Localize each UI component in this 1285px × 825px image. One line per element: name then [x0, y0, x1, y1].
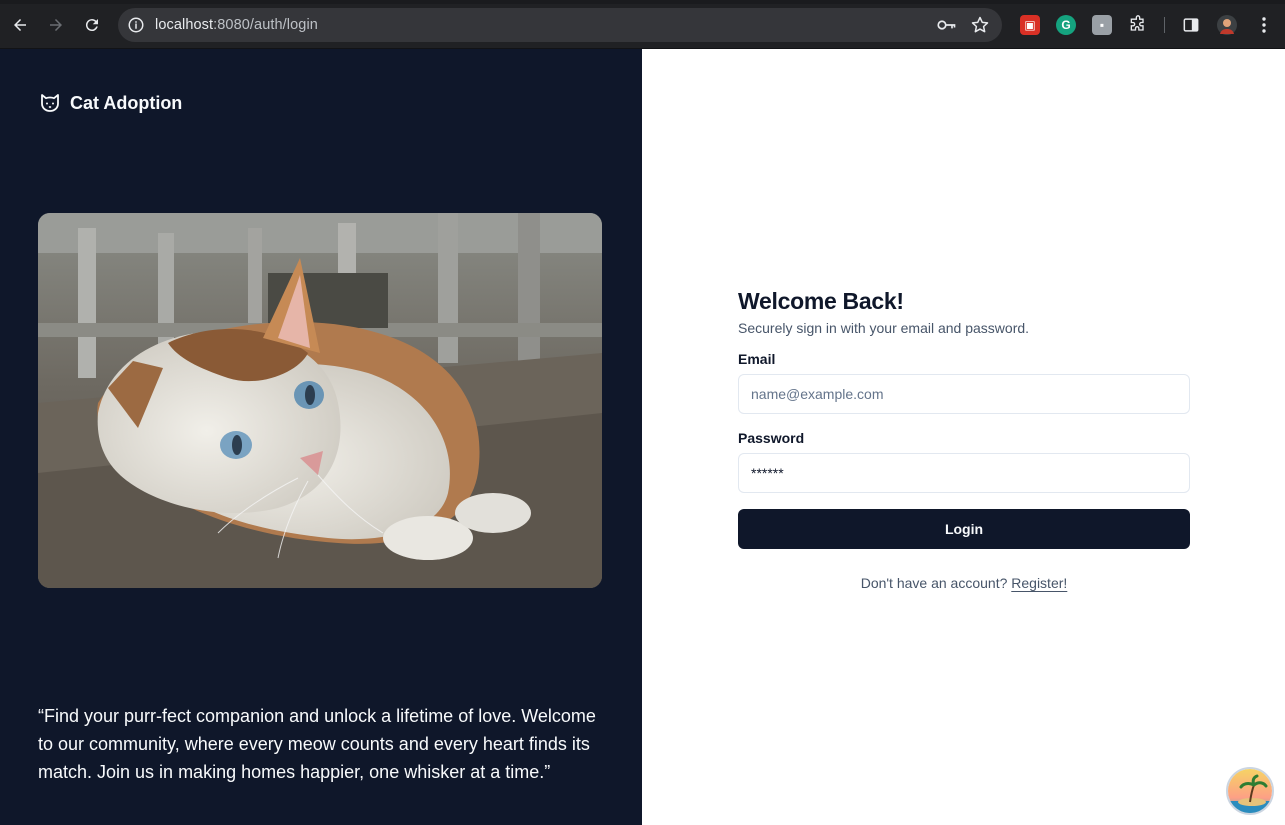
register-link[interactable]: Register! — [1011, 575, 1067, 591]
bookmark-star-icon[interactable] — [970, 15, 990, 35]
back-button[interactable] — [7, 12, 33, 38]
hero-quote: “Find your purr-fect companion and unloc… — [38, 706, 596, 782]
side-panel-icon[interactable] — [1181, 15, 1201, 35]
forward-button[interactable] — [43, 12, 69, 38]
brand-name: Cat Adoption — [70, 92, 183, 113]
grammarly-icon[interactable]: G — [1056, 15, 1076, 35]
reload-button[interactable] — [79, 12, 105, 38]
login-button[interactable]: Login — [738, 509, 1190, 549]
address-bar[interactable]: localhost:8080/auth/login — [118, 8, 1002, 42]
cat-icon — [41, 94, 59, 112]
cat-photo — [38, 213, 602, 588]
puzzle-icon[interactable] — [1128, 15, 1148, 35]
menu-kebab-icon[interactable] — [1254, 15, 1274, 35]
password-label: Password — [738, 430, 805, 446]
floating-assistant-button[interactable] — [1226, 767, 1274, 815]
email-label: Email — [738, 351, 776, 367]
toolbar-separator — [1164, 17, 1165, 33]
site-info-icon[interactable] — [127, 16, 145, 34]
ext-gray-icon[interactable]: ▪ — [1092, 15, 1112, 35]
profile-avatar-icon[interactable] — [1217, 15, 1237, 35]
email-field[interactable] — [738, 374, 1190, 414]
reload-icon — [85, 19, 98, 32]
register-prompt: Don't have an account? Register! — [738, 575, 1190, 591]
login-form: Welcome Back! Securely sign in with your… — [738, 287, 1190, 591]
register-prompt-text: Don't have an account? — [860, 575, 1008, 591]
browser-toolbar: localhost:8080/auth/login ▣ G ▪ — [0, 0, 1285, 49]
url-text: localhost:8080/auth/login — [155, 17, 318, 33]
back-arrow-icon — [14, 19, 26, 31]
brand[interactable]: Cat Adoption — [38, 91, 182, 115]
tab-strip — [0, 0, 1285, 4]
page-title: Welcome Back! — [738, 288, 904, 314]
password-field[interactable] — [738, 453, 1190, 493]
password-key-icon[interactable] — [937, 17, 957, 33]
hero-panel: Cat Adoption “Find your purr-fect compan… — [0, 49, 642, 825]
forward-arrow-icon — [50, 19, 62, 31]
ext-red-icon[interactable]: ▣ — [1020, 15, 1040, 35]
page-subtitle: Securely sign in with your email and pas… — [738, 320, 1030, 336]
login-panel: Welcome Back! Securely sign in with your… — [642, 49, 1285, 825]
